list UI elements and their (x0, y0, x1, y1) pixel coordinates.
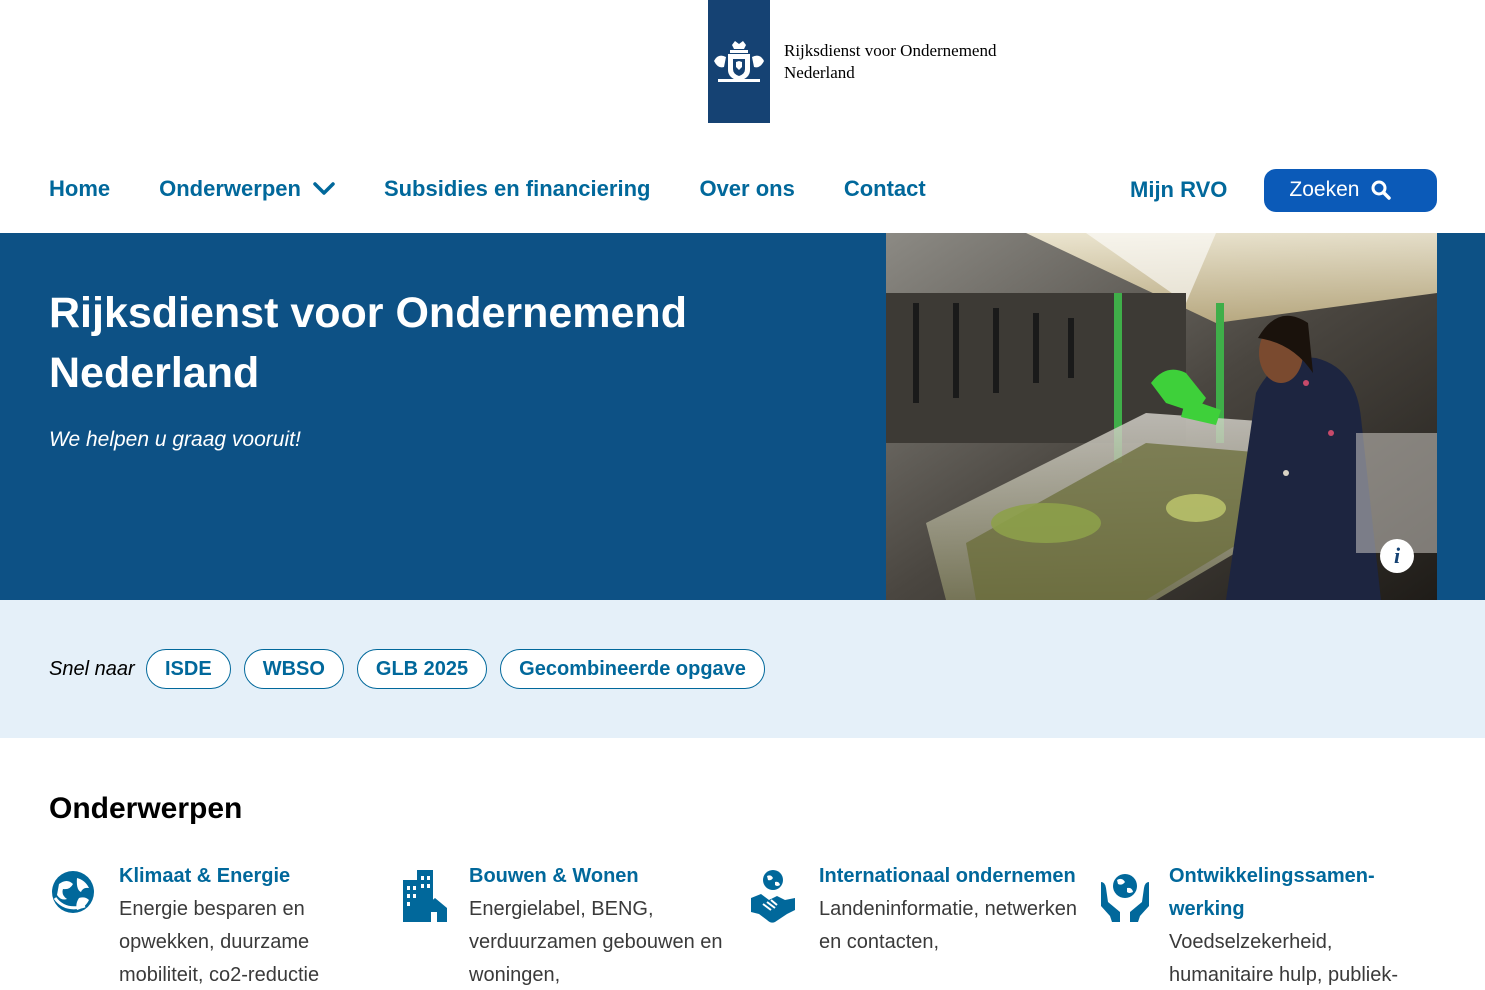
mijn-rvo-link[interactable]: Mijn RVO (1130, 177, 1227, 203)
topics-heading: Onderwerpen (49, 792, 243, 825)
topic-bouwen-wonen[interactable]: Bouwen & Wonen Energielabel, BENG, verdu… (399, 860, 749, 990)
topic-title[interactable]: Internationaal ondernemen (819, 860, 1079, 893)
quicklink-glb-2025[interactable]: GLB 2025 (356, 649, 488, 689)
chevron-down-icon (313, 182, 335, 196)
quicklinks-bar: Snel naar ISDE WBSO GLB 2025 Gecombineer… (0, 600, 1485, 738)
nav-utility: Mijn RVO Zoeken (1130, 168, 1438, 212)
hero-banner: Rijksdienst voor Ondernemend Nederland W… (0, 233, 1485, 600)
topic-title[interactable]: Klimaat & Energie (119, 860, 379, 893)
topic-body: Klimaat & Energie Energie besparen en op… (119, 860, 379, 990)
topic-ontwikkelingssamenwerking[interactable]: Ontwikkelingssamen-werking Voedselzekerh… (1099, 860, 1449, 990)
hero-image: i (886, 233, 1437, 600)
logo-line-1: Rijksdienst voor Ondernemend (784, 40, 997, 60)
quicklinks-list: ISDE WBSO GLB 2025 Gecombineerde opgave (146, 649, 778, 689)
topic-title[interactable]: Ontwikkelingssamen-werking (1169, 860, 1429, 926)
buildings-icon (399, 860, 469, 990)
topic-internationaal-ondernemen[interactable]: Internationaal ondernemen Landeninformat… (749, 860, 1099, 990)
site-logo[interactable]: Rijksdienst voor Ondernemend Nederland (708, 0, 996, 123)
topic-body: Bouwen & Wonen Energielabel, BENG, verdu… (469, 860, 729, 990)
nav-onderwerpen-label: Onderwerpen (159, 176, 301, 201)
hero-title: Rijksdienst voor Ondernemend Nederland (49, 289, 687, 397)
topic-description: Landeninformatie, netwerken en contacten… (819, 898, 1077, 953)
topic-title[interactable]: Bouwen & Wonen (469, 860, 729, 893)
globe-icon (49, 860, 119, 990)
hero-photo-illustration (886, 233, 1437, 600)
quicklink-gecombineerde-opgave[interactable]: Gecombineerde opgave (500, 649, 765, 689)
quicklink-wbso[interactable]: WBSO (243, 649, 344, 689)
hero-subtitle: We helpen u graag vooruit! (49, 428, 301, 451)
quicklink-isde[interactable]: ISDE (146, 649, 231, 689)
logo-line-2: Nederland (784, 62, 855, 82)
search-button[interactable]: Zoeken (1264, 168, 1438, 212)
topic-description: Energie besparen en opwekken, duurzame m… (119, 898, 320, 986)
topic-description: Energielabel, BENG, verduurzamen gebouwe… (469, 898, 723, 986)
nav-contact[interactable]: Contact (844, 176, 926, 202)
nav-subsidies[interactable]: Subsidies en financiering (384, 176, 651, 202)
crest-icon (708, 0, 770, 123)
topics-grid: Klimaat & Energie Energie besparen en op… (49, 860, 1449, 990)
handshake-globe-icon (749, 860, 819, 990)
topic-klimaat-energie[interactable]: Klimaat & Energie Energie besparen en op… (49, 860, 399, 990)
topic-body: Ontwikkelingssamen-werking Voedselzekerh… (1169, 860, 1429, 990)
image-info-button[interactable]: i (1380, 539, 1414, 573)
nav-home[interactable]: Home (49, 176, 110, 202)
quicklinks-label: Snel naar (49, 658, 135, 680)
search-icon (1371, 180, 1392, 200)
nav-over-ons[interactable]: Over ons (699, 176, 794, 202)
search-button-label: Zoeken (1289, 178, 1360, 201)
topic-body: Internationaal ondernemen Landeninformat… (819, 860, 1079, 990)
logo-wordmark: Rijksdienst voor Ondernemend Nederland (784, 40, 996, 84)
topic-description: Voedselzekerheid, humanitaire hulp, publ… (1169, 931, 1399, 986)
main-nav: Home Onderwerpen Subsidies en financieri… (49, 168, 975, 210)
hands-globe-icon (1099, 860, 1169, 990)
nav-onderwerpen[interactable]: Onderwerpen (159, 176, 335, 202)
